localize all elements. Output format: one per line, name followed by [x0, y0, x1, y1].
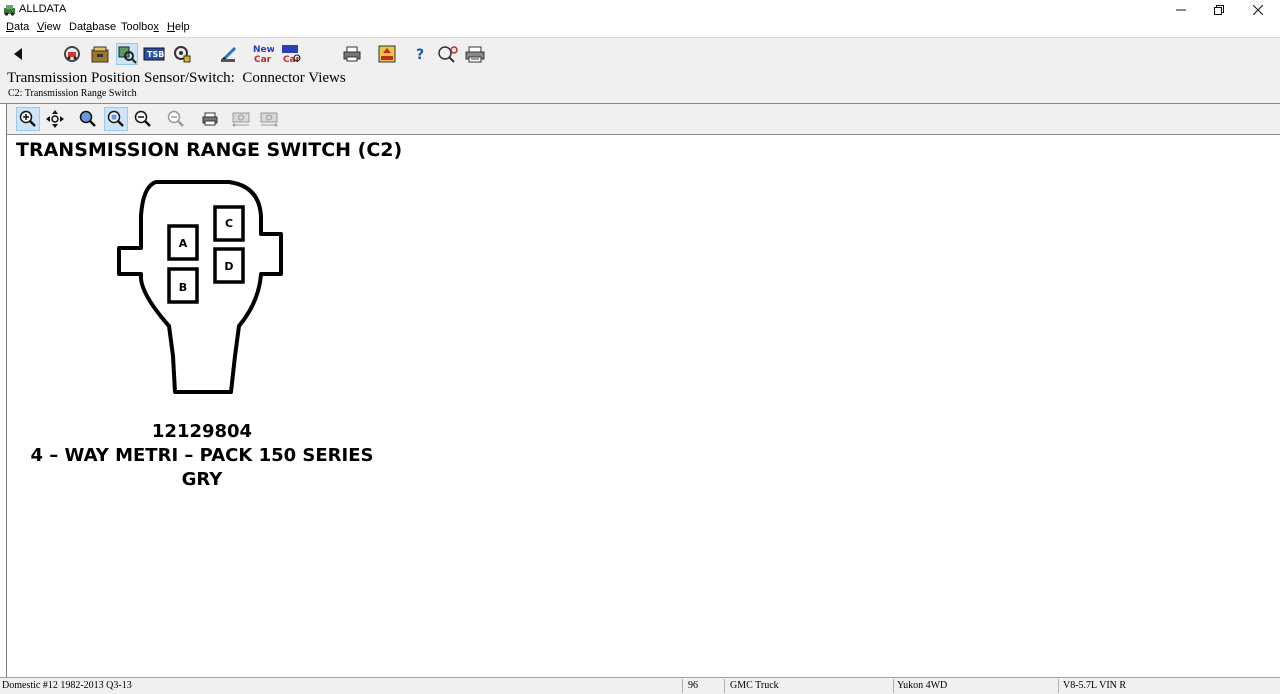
restore-button[interactable]	[1200, 0, 1238, 20]
close-button[interactable]	[1239, 0, 1277, 20]
zoom-in-button[interactable]	[16, 107, 40, 131]
zoom-fit-button[interactable]	[76, 107, 100, 131]
svg-text:D: D	[224, 260, 233, 273]
zoom-window-icon	[107, 110, 124, 127]
vehicle-search-button[interactable]	[61, 43, 83, 65]
status-database: Domestic #12 1982-2013 Q3-13	[2, 680, 132, 691]
new-car-alt-icon: Car	[282, 45, 301, 65]
pin-d: D	[213, 247, 245, 284]
svg-text:C: C	[225, 217, 233, 230]
print-icon	[343, 46, 361, 62]
vehicle-search-icon	[64, 46, 80, 62]
search-button[interactable]	[437, 43, 459, 65]
zoom-reset-icon	[167, 110, 184, 127]
zoom-reset-button[interactable]	[164, 107, 188, 131]
note-icon	[378, 45, 396, 63]
minimize-button[interactable]	[1162, 0, 1200, 20]
svg-text:Car: Car	[283, 55, 301, 65]
status-separator	[893, 679, 894, 693]
pin-a: A	[167, 224, 199, 261]
status-separator	[724, 679, 725, 693]
printer-setup-icon	[465, 46, 485, 63]
menu-data[interactable]: Data	[6, 21, 29, 33]
component-search-button[interactable]	[116, 43, 138, 65]
zoom-out-icon	[134, 110, 151, 127]
next-image-icon	[260, 112, 278, 127]
page-subtitle: C2: Transmission Range Switch	[8, 88, 137, 99]
help-button[interactable]: ?	[410, 43, 432, 65]
close-icon	[1253, 5, 1263, 15]
zoom-in-icon	[19, 110, 36, 127]
next-image-button[interactable]	[257, 107, 281, 131]
zoom-fit-icon	[79, 110, 96, 127]
connector-color: GRY	[181, 469, 223, 490]
new-car-button[interactable]: New Car	[252, 43, 274, 65]
new-car-alt-button[interactable]: Car	[280, 43, 302, 65]
svg-text:Car: Car	[254, 55, 272, 65]
search-icon	[438, 46, 458, 63]
status-model: Yukon 4WD	[897, 680, 948, 691]
prev-image-icon	[232, 112, 250, 127]
menu-database[interactable]: Database	[69, 21, 116, 33]
alldata-app-icon	[4, 5, 15, 16]
page-title: Transmission Position Sensor/Switch: Con…	[7, 70, 346, 86]
status-separator	[1058, 679, 1059, 693]
pan-icon	[46, 110, 64, 128]
tsb-icon: TSB	[143, 47, 165, 61]
pen-button[interactable]	[218, 43, 240, 65]
main-toolbar: TSB New Car Car ?	[0, 37, 1280, 70]
connector-outline	[117, 180, 283, 394]
window-title: ALLDATA	[19, 3, 67, 15]
back-button[interactable]	[7, 43, 29, 65]
svg-text:TSB: TSB	[147, 50, 164, 59]
pin-b: B	[167, 267, 199, 304]
tools-button[interactable]	[171, 43, 193, 65]
page-header: Transmission Position Sensor/Switch: Con…	[0, 69, 1280, 104]
status-engine: V8-5.7L VIN R	[1063, 680, 1127, 691]
image-viewer: TRANSMISSION RANGE SWITCH (C2) A B C D 1…	[6, 104, 1280, 677]
viewer-print-button[interactable]	[198, 107, 222, 131]
pin-c: C	[213, 205, 245, 242]
menu-toolbox[interactable]: Toolbox	[121, 21, 159, 33]
back-icon	[14, 48, 22, 60]
svg-text:?: ?	[416, 47, 424, 63]
status-bar: Domestic #12 1982-2013 Q3-13 96 GMC Truc…	[0, 677, 1280, 694]
menu-bar: Data View Database Toolbox Help	[0, 20, 1280, 36]
menu-help[interactable]: Help	[167, 21, 190, 33]
connector-description: 4 – WAY METRI – PACK 150 SERIES	[30, 445, 374, 466]
zoom-out-button[interactable]	[131, 107, 155, 131]
title-bar: ALLDATA	[0, 0, 1280, 20]
connector-diagram: A B C D	[117, 180, 283, 394]
printer-setup-button[interactable]	[464, 43, 486, 65]
tools-icon	[174, 46, 191, 63]
connector-part-number: 12129804	[151, 421, 253, 442]
print-button[interactable]	[341, 43, 363, 65]
svg-text:B: B	[179, 281, 187, 294]
note-button[interactable]	[376, 43, 398, 65]
component-search-icon	[118, 46, 137, 64]
new-car-icon: NewCar	[253, 45, 274, 65]
prev-image-button[interactable]	[229, 107, 253, 131]
menu-view[interactable]: View	[37, 21, 61, 33]
pen-icon	[220, 46, 237, 63]
status-separator	[682, 679, 683, 693]
status-make: GMC Truck	[730, 680, 779, 691]
restore-icon	[1214, 5, 1224, 15]
viewer-toolbar	[7, 104, 1280, 135]
svg-text:A: A	[179, 237, 188, 250]
print-icon	[202, 112, 218, 126]
filing-cabinet-button[interactable]	[89, 43, 111, 65]
zoom-window-button[interactable]	[104, 107, 128, 131]
filing-cabinet-icon	[91, 46, 109, 63]
status-code: 96	[688, 680, 698, 691]
minimize-icon	[1176, 9, 1186, 11]
pan-button[interactable]	[43, 107, 67, 131]
help-icon: ?	[416, 47, 424, 63]
svg-text:New: New	[253, 45, 274, 55]
tsb-button[interactable]: TSB	[143, 43, 165, 65]
diagram-title: TRANSMISSION RANGE SWITCH (C2)	[16, 139, 403, 161]
